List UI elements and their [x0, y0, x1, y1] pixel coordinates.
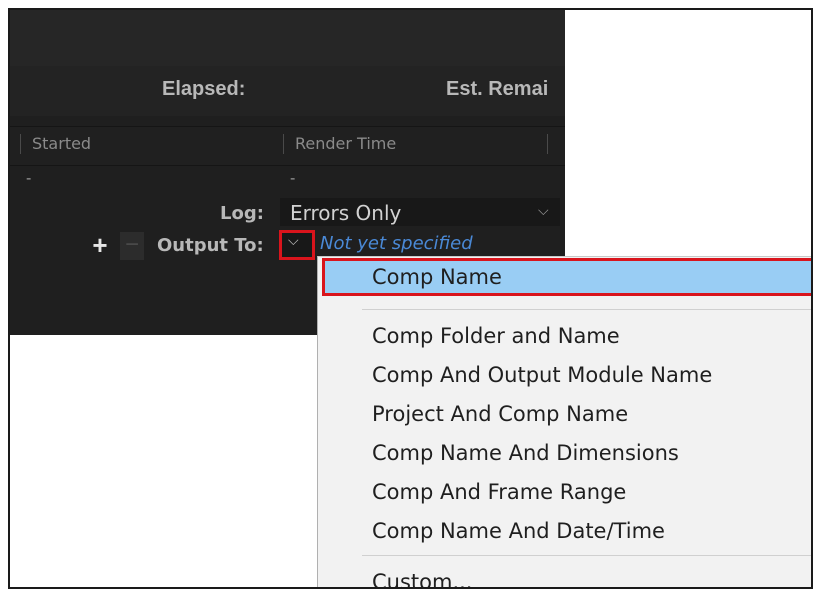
- render-time-value: -: [290, 170, 296, 187]
- screenshot-frame: Elapsed: Est. Remai Started Render Time …: [8, 8, 813, 589]
- elapsed-label: Elapsed:: [162, 78, 246, 100]
- output-name-menu: Comp Name Comp Folder and Name Comp And …: [317, 256, 811, 587]
- menu-item-comp-name[interactable]: Comp Name: [322, 258, 811, 296]
- menu-separator: [362, 309, 811, 310]
- menu-separator: [362, 555, 811, 556]
- menu-item-comp-name-and-date-time[interactable]: Comp Name And Date/Time: [372, 519, 665, 543]
- output-file-link[interactable]: Not yet specified: [320, 233, 473, 254]
- output-to-label: Output To:: [157, 235, 264, 256]
- menu-item-project-and-comp-name[interactable]: Project And Comp Name: [372, 402, 628, 426]
- menu-item-comp-and-output-module-name[interactable]: Comp And Output Module Name: [372, 363, 712, 387]
- panel-top-bar: [10, 10, 565, 66]
- est-remaining-label: Est. Remai: [446, 78, 549, 100]
- column-header-started[interactable]: Started: [32, 134, 91, 153]
- column-separator[interactable]: [547, 134, 548, 154]
- add-output-module-button[interactable]: +: [88, 232, 112, 260]
- log-label: Log:: [220, 203, 264, 224]
- menu-item-custom[interactable]: Custom...: [372, 570, 472, 587]
- menu-item-comp-folder-and-name[interactable]: Comp Folder and Name: [372, 324, 620, 348]
- chevron-down-icon: ⌵: [538, 202, 549, 218]
- remove-output-module-button[interactable]: −: [120, 232, 144, 260]
- menu-item-comp-name-and-dimensions[interactable]: Comp Name And Dimensions: [372, 441, 679, 465]
- column-header-row: [10, 126, 565, 166]
- column-separator[interactable]: [283, 134, 284, 154]
- log-value: Errors Only: [290, 201, 402, 225]
- started-value: -: [26, 170, 32, 187]
- chevron-down-icon: ⌵: [288, 232, 299, 248]
- column-separator[interactable]: [20, 134, 21, 154]
- column-header-render-time[interactable]: Render Time: [295, 134, 396, 153]
- menu-item-comp-and-frame-range[interactable]: Comp And Frame Range: [372, 480, 626, 504]
